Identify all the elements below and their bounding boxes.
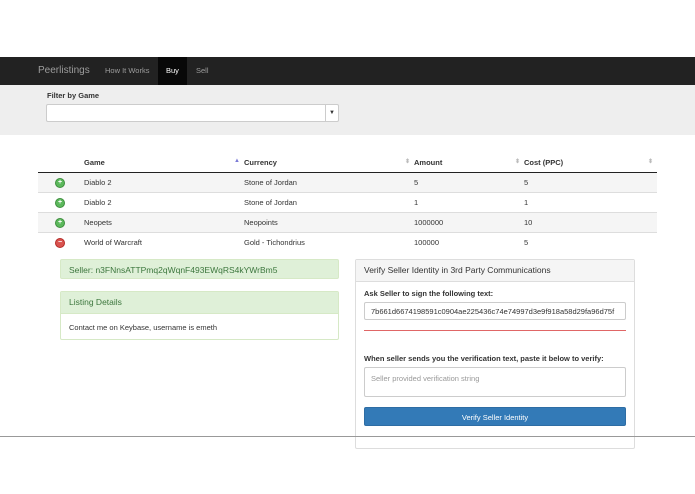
game-cell: Neopets <box>84 212 244 233</box>
divider <box>0 436 695 437</box>
listing-details-body: Contact me on Keybase, username is emeth <box>69 323 217 332</box>
add-icon[interactable] <box>56 199 64 207</box>
amount-header-label: Amount <box>414 157 443 167</box>
table-row[interactable]: Neopets Neopoints 1000000 10 <box>38 212 657 233</box>
sort-icon[interactable]: ⬍ <box>515 158 520 165</box>
brand-logo[interactable]: Peerlistings <box>38 57 90 85</box>
table-header-row: Game ▲ Currency ⬍ Amount ⬍ Cost (PPC) ⬍ <box>38 152 657 173</box>
game-filter-select[interactable]: ▼ <box>46 104 339 122</box>
cost-cell: 5 <box>524 172 657 193</box>
sort-icon[interactable]: ⬍ <box>405 158 410 165</box>
listings-table: Game ▲ Currency ⬍ Amount ⬍ Cost (PPC) ⬍ Diab… <box>38 152 657 252</box>
amount-cell: 1000000 <box>414 212 524 233</box>
amount-cell: 5 <box>414 172 524 193</box>
cost-header-label: Cost (PPC) <box>524 157 564 167</box>
game-header-label: Game <box>84 157 105 167</box>
listing-details-title: Listing Details <box>61 292 338 314</box>
amount-cell: 1 <box>414 192 524 213</box>
paste-verification-label: When seller sends you the verification t… <box>364 354 604 363</box>
cost-cell: 10 <box>524 212 657 233</box>
currency-header-label: Currency <box>244 157 277 167</box>
currency-cell: Stone of Jordan <box>244 192 414 213</box>
table-row[interactable]: Diablo 2 Stone of Jordan 5 5 <box>38 172 657 193</box>
listing-details-panel: Listing Details Contact me on Keybase, u… <box>60 291 339 340</box>
divider <box>364 330 626 331</box>
ask-seller-label: Ask Seller to sign the following text: <box>364 289 494 298</box>
cost-cell: 1 <box>524 192 657 213</box>
chevron-down-icon[interactable]: ▼ <box>325 105 338 121</box>
currency-cell: Stone of Jordan <box>244 172 414 193</box>
amount-cell: 100000 <box>414 232 524 252</box>
top-navbar: Peerlistings How It Works Buy Sell <box>0 57 695 85</box>
filter-label: Filter by Game <box>47 91 100 100</box>
nav-sell[interactable]: Sell <box>188 57 217 85</box>
game-column-header[interactable]: Game ▲ <box>84 152 244 173</box>
verify-panel-title: Verify Seller Identity in 3rd Party Comm… <box>356 260 634 282</box>
game-cell: World of Warcraft <box>84 232 244 252</box>
cost-cell: 5 <box>524 232 657 252</box>
currency-column-header[interactable]: Currency ⬍ <box>244 152 414 173</box>
table-row[interactable]: Diablo 2 Stone of Jordan 1 1 <box>38 192 657 213</box>
add-icon[interactable] <box>56 179 64 187</box>
seller-id-badge: Seller: n3FNnsATTPmq2qWqnF493EWqRS4kYWrB… <box>60 259 339 279</box>
nav-how-it-works[interactable]: How It Works <box>97 57 157 85</box>
remove-icon[interactable] <box>56 239 64 247</box>
filter-bar: Filter by Game ▼ <box>0 85 695 135</box>
verify-seller-panel: Verify Seller Identity in 3rd Party Comm… <box>355 259 635 449</box>
nav-buy[interactable]: Buy <box>158 57 187 85</box>
verify-seller-button[interactable]: Verify Seller Identity <box>364 407 626 426</box>
sign-text-field[interactable]: 7b661d6674198591c0904ae225436c74e74997d3… <box>364 302 626 320</box>
table-row[interactable]: World of Warcraft Gold - Tichondrius 100… <box>38 232 657 252</box>
currency-cell: Gold - Tichondrius <box>244 232 414 252</box>
add-icon[interactable] <box>56 219 64 227</box>
sort-icon[interactable]: ⬍ <box>648 158 653 165</box>
currency-cell: Neopoints <box>244 212 414 233</box>
game-cell: Diablo 2 <box>84 192 244 213</box>
sort-asc-icon[interactable]: ▲ <box>234 158 240 164</box>
game-cell: Diablo 2 <box>84 172 244 193</box>
cost-column-header[interactable]: Cost (PPC) ⬍ <box>524 152 657 173</box>
amount-column-header[interactable]: Amount ⬍ <box>414 152 524 173</box>
verification-string-input[interactable]: Seller provided verification string <box>364 367 626 397</box>
action-column-header <box>38 152 84 173</box>
